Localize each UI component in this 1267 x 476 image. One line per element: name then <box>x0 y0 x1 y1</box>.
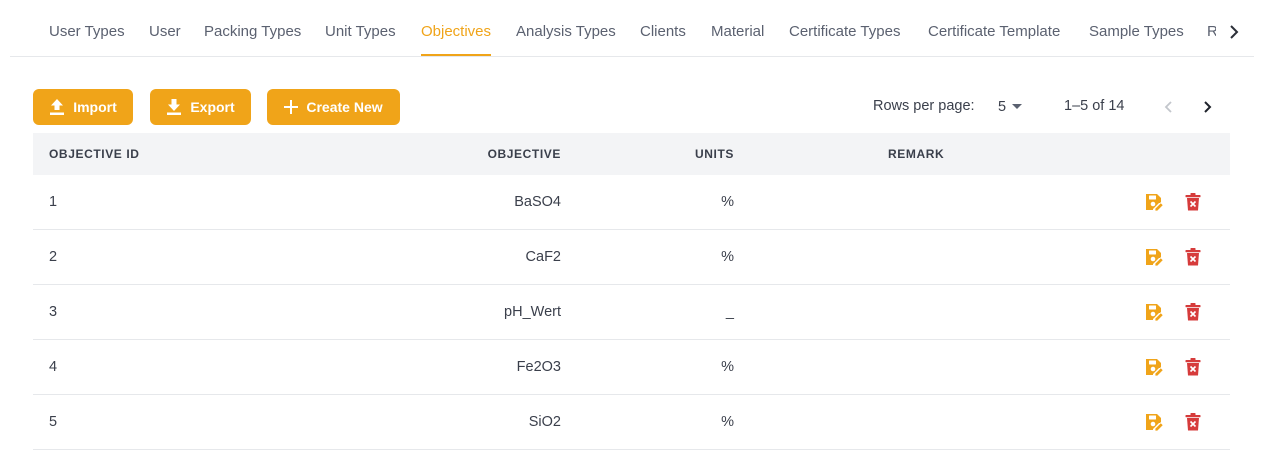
tab-objectives[interactable]: Objectives <box>421 0 492 56</box>
remark-cell <box>888 285 1088 339</box>
edit-save-icon <box>1146 249 1164 267</box>
export-button[interactable]: Export <box>150 89 251 125</box>
table-row: 2 CaF2% <box>33 230 1230 285</box>
delete-button[interactable] <box>1182 246 1204 268</box>
tab-unit-types[interactable]: Unit Types <box>325 0 396 56</box>
rows-per-page-value: 5 <box>998 99 1007 115</box>
objective-id-cell: 1 <box>49 194 58 210</box>
edit-save-icon <box>1146 194 1164 212</box>
create-new-label: Create New <box>306 99 383 115</box>
tab-partial[interactable]: R <box>1207 0 1216 56</box>
objective-cell: SiO2 <box>528 414 561 430</box>
rows-per-page-label: Rows per page: <box>873 98 975 114</box>
caret-down-icon <box>1012 104 1023 109</box>
edit-save-icon <box>1146 359 1164 377</box>
tab-certificate-types[interactable]: Certificate Types <box>789 0 900 56</box>
objective-cell: pH_Wert <box>504 304 561 320</box>
tab-user-types[interactable]: User Types <box>49 0 125 56</box>
trash-icon <box>1185 248 1201 266</box>
remark-cell <box>888 395 1088 449</box>
download-icon <box>167 99 182 115</box>
rows-per-page-select[interactable]: 5 <box>998 96 1023 118</box>
edit-button[interactable] <box>1143 191 1165 213</box>
delete-button[interactable] <box>1182 191 1204 213</box>
tab-bar: User Types User Packing Types Unit Types… <box>10 0 1254 57</box>
edit-button[interactable] <box>1143 301 1165 323</box>
column-header-objective[interactable]: OBJECTIVE <box>433 133 561 175</box>
units-cell: % <box>721 194 734 210</box>
upload-icon <box>50 99 65 115</box>
chevron-left-icon <box>1164 101 1172 113</box>
tab-clients[interactable]: Clients <box>640 0 686 56</box>
import-button[interactable]: Import <box>33 89 133 125</box>
objective-id-cell: 4 <box>49 359 58 375</box>
tab-packing-types[interactable]: Packing Types <box>204 0 301 56</box>
objective-id-cell: 2 <box>49 249 58 265</box>
edit-button[interactable] <box>1143 411 1165 433</box>
table-header: OBJECTIVE ID OBJECTIVE UNITS REMARK <box>33 133 1230 175</box>
tab-certificate-template[interactable]: Certificate Template <box>928 0 1060 56</box>
delete-button[interactable] <box>1182 356 1204 378</box>
tab-scroll-right-button[interactable] <box>1222 18 1246 46</box>
trash-icon <box>1185 303 1201 321</box>
column-header-objective-id[interactable]: OBJECTIVE ID <box>49 133 140 175</box>
trash-icon <box>1185 193 1201 211</box>
table-row: 5 SiO2% <box>33 395 1230 450</box>
table-row: 1 BaSO4% <box>33 175 1230 230</box>
pagination-range: 1–5 of 14 <box>1064 98 1125 114</box>
table-row: 3 pH_Wert _ <box>33 285 1230 340</box>
tab-user[interactable]: User <box>149 0 181 56</box>
column-header-units[interactable]: UNITS <box>633 133 734 175</box>
objective-id-cell: 3 <box>49 304 58 320</box>
units-cell: _ <box>725 304 734 320</box>
objective-id-cell: 5 <box>49 414 58 430</box>
export-label: Export <box>190 99 235 115</box>
units-cell: % <box>721 359 734 375</box>
edit-button[interactable] <box>1143 246 1165 268</box>
objective-cell: Fe2O3 <box>516 359 561 375</box>
delete-button[interactable] <box>1182 411 1204 433</box>
next-page-button[interactable] <box>1196 95 1220 119</box>
chevron-right-icon <box>1230 25 1239 39</box>
tab-material[interactable]: Material <box>711 0 764 56</box>
units-cell: % <box>721 414 734 430</box>
tab-list: User Types User Packing Types Unit Types… <box>10 0 1216 56</box>
edit-save-icon <box>1146 304 1164 322</box>
table-row: 4 Fe2O3% <box>33 340 1230 395</box>
trash-icon <box>1185 413 1201 431</box>
column-header-remark[interactable]: REMARK <box>888 133 944 175</box>
remark-cell <box>888 230 1088 284</box>
units-cell: % <box>721 249 734 265</box>
remark-cell <box>888 340 1088 394</box>
create-new-button[interactable]: Create New <box>267 89 400 125</box>
tab-sample-types[interactable]: Sample Types <box>1089 0 1184 56</box>
previous-page-button[interactable] <box>1156 95 1180 119</box>
plus-icon <box>284 100 299 114</box>
objective-cell: BaSO4 <box>514 194 561 210</box>
trash-icon <box>1185 358 1201 376</box>
import-label: Import <box>73 99 117 115</box>
tab-analysis-types[interactable]: Analysis Types <box>516 0 616 56</box>
remark-cell <box>888 175 1088 229</box>
delete-button[interactable] <box>1182 301 1204 323</box>
objective-cell: CaF2 <box>525 249 561 265</box>
chevron-right-icon <box>1204 101 1212 113</box>
edit-button[interactable] <box>1143 356 1165 378</box>
edit-save-icon <box>1146 414 1164 432</box>
